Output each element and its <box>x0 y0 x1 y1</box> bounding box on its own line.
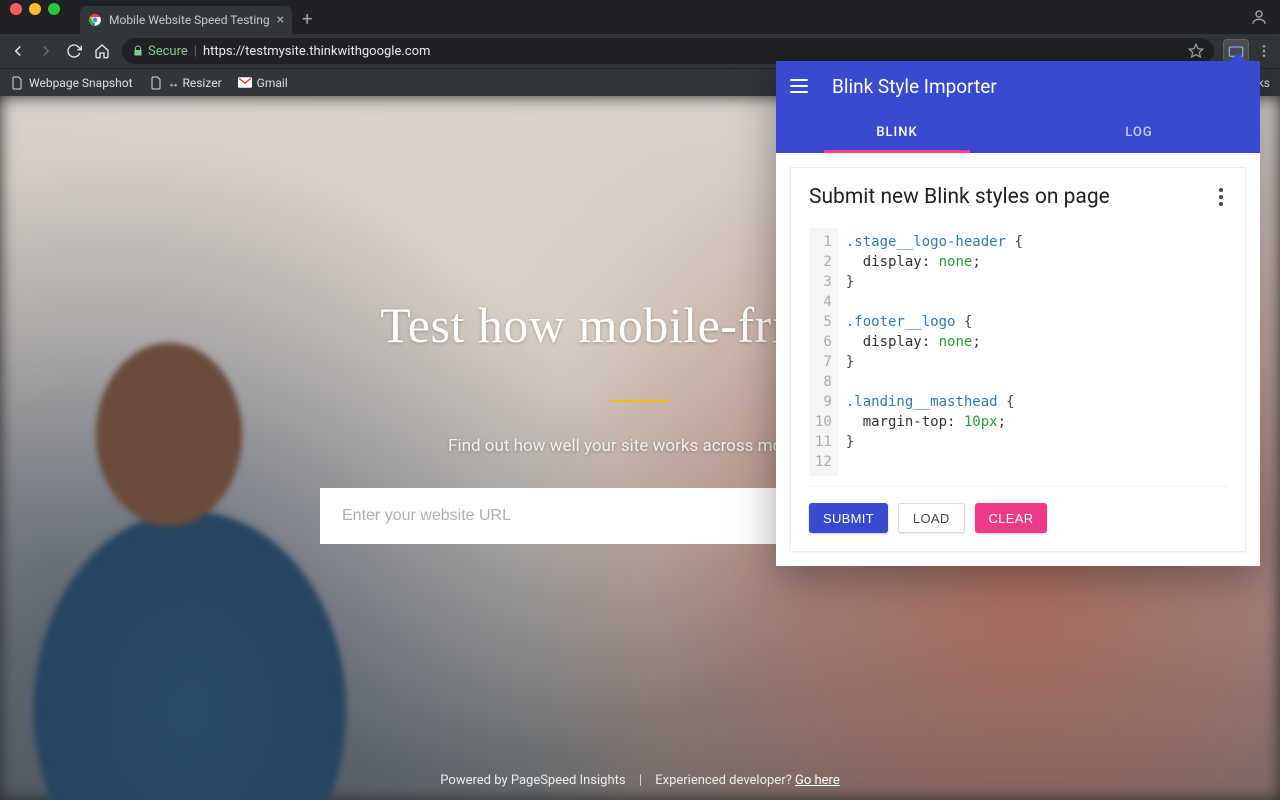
minimize-window-icon[interactable] <box>29 3 41 15</box>
tab-title: Mobile Website Speed Testing <box>109 13 270 27</box>
gmail-icon <box>238 76 252 90</box>
code-lines: .stage__logo-header { display: none;} .f… <box>838 228 1031 476</box>
hamburger-menu-icon[interactable] <box>790 74 814 98</box>
new-tab-button[interactable]: + <box>292 6 322 34</box>
accent-divider <box>610 400 670 402</box>
tab-log[interactable]: LOG <box>1018 111 1260 153</box>
overflow-menu-icon[interactable] <box>1256 43 1272 59</box>
page-footer: Powered by PageSpeed Insights | Experien… <box>0 773 1280 788</box>
fullscreen-window-icon[interactable] <box>48 3 60 15</box>
lock-icon: Secure <box>132 44 188 59</box>
forward-button[interactable] <box>36 41 56 61</box>
bookmark-label: Webpage Snapshot <box>29 76 133 90</box>
card-title: Submit new Blink styles on page <box>809 185 1110 209</box>
window-controls <box>10 3 60 15</box>
tab-strip: Mobile Website Speed Testing × + <box>0 0 1280 34</box>
bookmark-item[interactable]: Webpage Snapshot <box>10 76 133 90</box>
bookmark-label: ↔ Resizer <box>168 76 222 90</box>
profile-icon[interactable] <box>1250 8 1268 26</box>
page-icon <box>10 76 24 90</box>
code-editor[interactable]: 123456789101112 .stage__logo-header { di… <box>809 228 1227 487</box>
favicon-icon <box>88 13 102 27</box>
page-icon <box>149 76 163 90</box>
back-button[interactable] <box>8 41 28 61</box>
home-button[interactable] <box>92 41 112 61</box>
browser-tab[interactable]: Mobile Website Speed Testing × <box>80 6 292 34</box>
clear-button[interactable]: CLEAR <box>975 503 1048 533</box>
bookmark-item[interactable]: Gmail <box>238 76 288 90</box>
bookmark-item[interactable]: ↔ Resizer <box>149 76 222 90</box>
popup-tabs: BLINK LOG <box>776 111 1260 153</box>
page-subheading: Find out how well your site works across… <box>448 436 832 456</box>
popup-card: Submit new Blink styles on page 12345678… <box>790 167 1246 552</box>
submit-button[interactable]: SUBMIT <box>809 503 888 533</box>
footer-text: Experienced developer? <box>655 773 792 788</box>
url-text: https://testmysite.thinkwithgoogle.com <box>203 44 430 59</box>
footer-link[interactable]: Go here <box>795 773 840 788</box>
popup-header: Blink Style Importer <box>776 61 1260 111</box>
tab-blink[interactable]: BLINK <box>776 111 1018 153</box>
close-window-icon[interactable] <box>10 3 22 15</box>
bookmark-star-icon[interactable] <box>1188 43 1204 59</box>
extension-popup: Blink Style Importer BLINK LOG Submit ne… <box>776 61 1260 566</box>
line-gutter: 123456789101112 <box>809 228 838 476</box>
card-menu-icon[interactable] <box>1215 184 1227 210</box>
close-tab-icon[interactable]: × <box>277 13 284 27</box>
popup-title: Blink Style Importer <box>832 75 997 98</box>
reload-button[interactable] <box>64 41 84 61</box>
footer-text: Powered by PageSpeed Insights <box>440 773 625 788</box>
secure-label: Secure <box>148 44 188 59</box>
bookmark-label: Gmail <box>257 76 288 90</box>
load-button[interactable]: LOAD <box>898 503 965 533</box>
